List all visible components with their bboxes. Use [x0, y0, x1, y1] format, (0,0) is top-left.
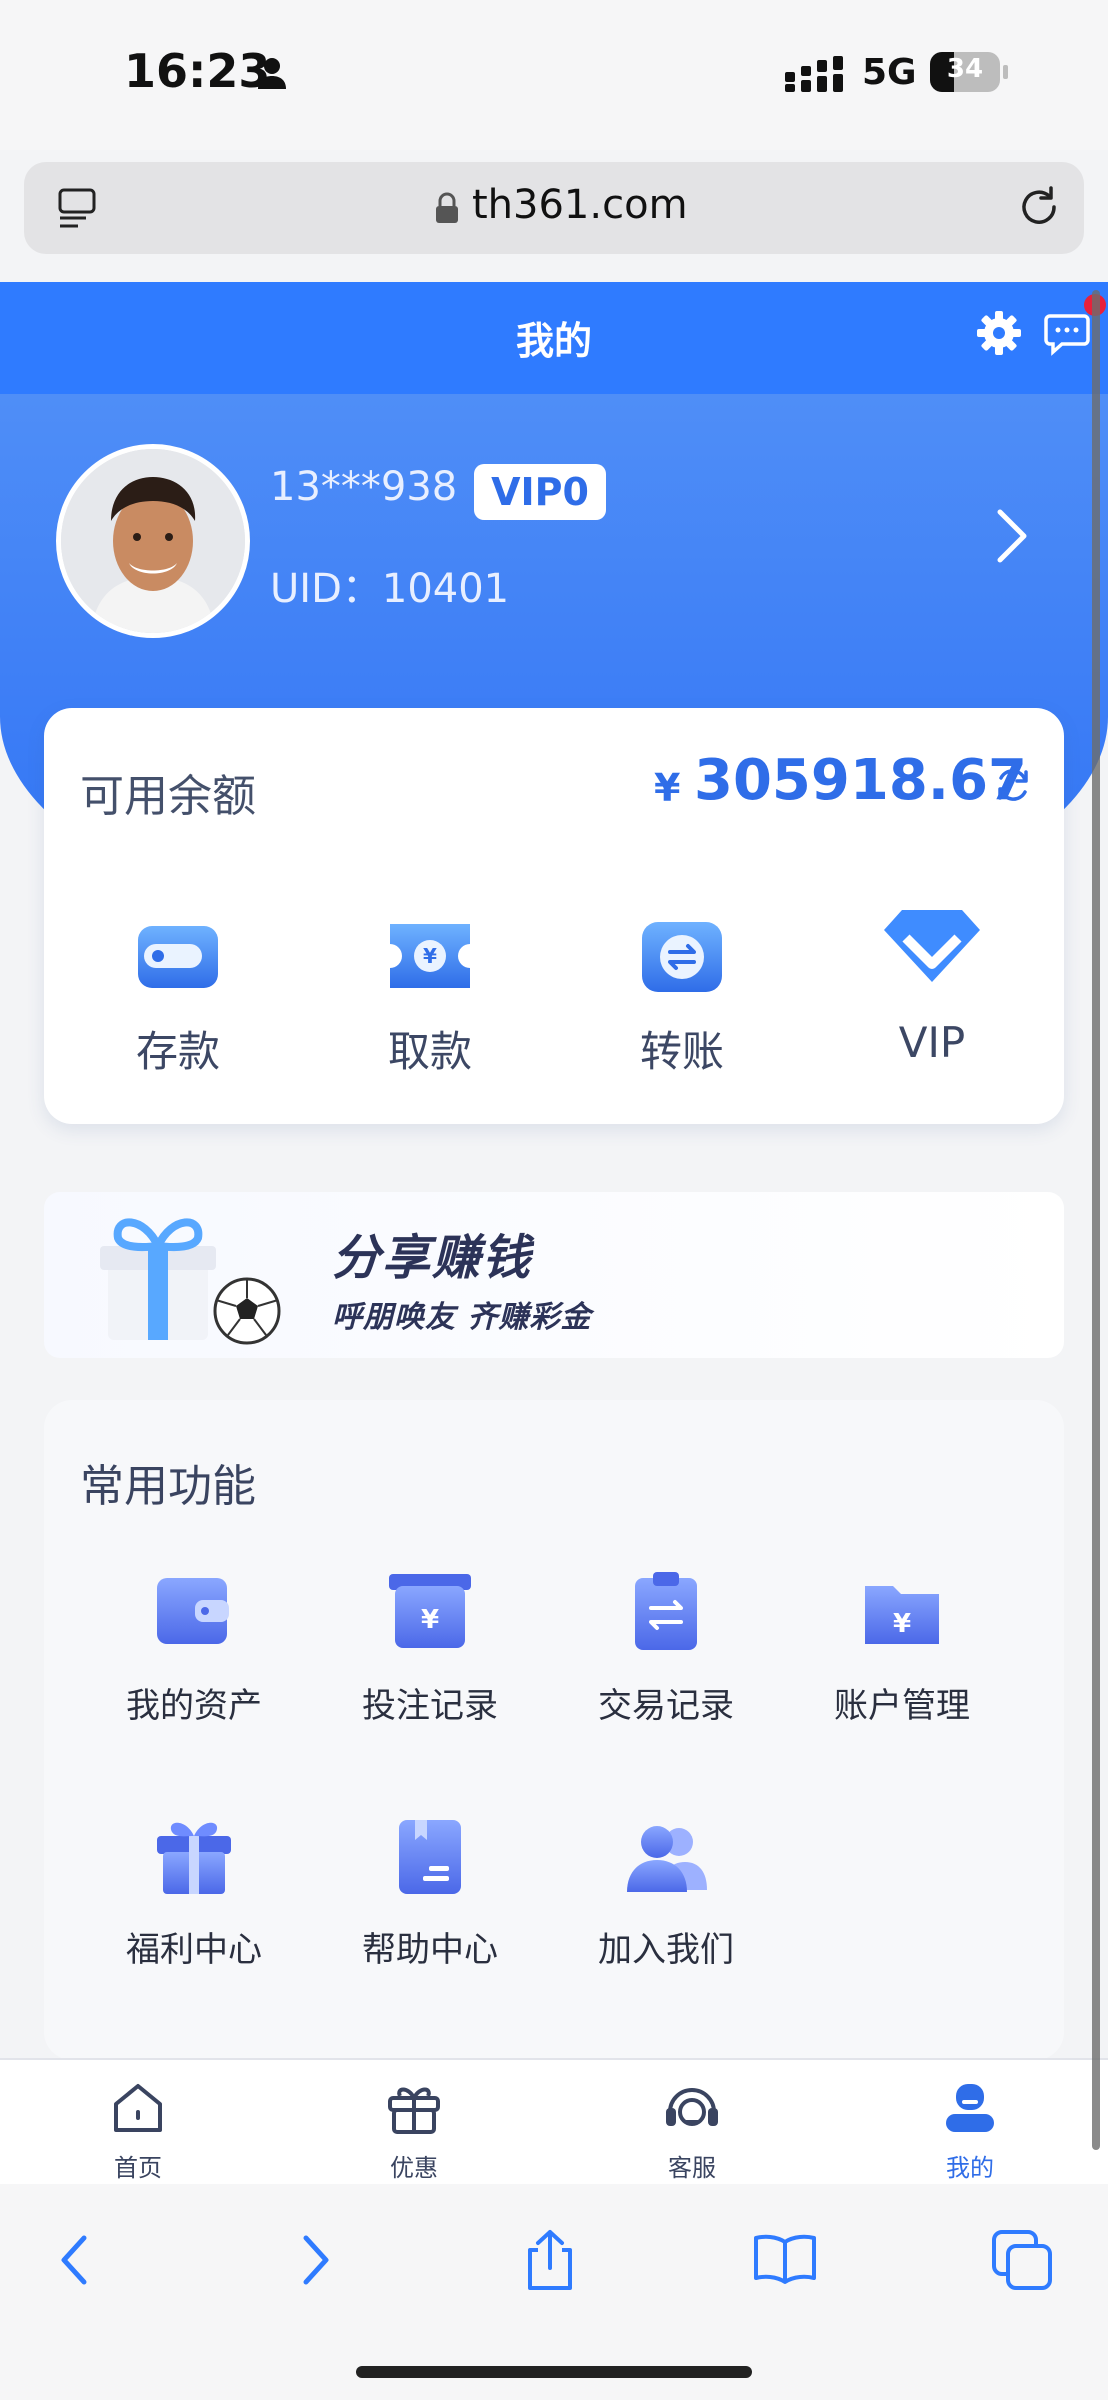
app-header: 我的: [0, 282, 1108, 394]
url-text[interactable]: th361.com: [472, 182, 688, 228]
tab-customer-service-label: 客服: [668, 2154, 716, 2182]
account-management-label: 账户管理: [834, 1686, 970, 1726]
tab-mine[interactable]: 我的: [890, 2078, 1050, 2183]
common-functions-card: 常用功能 我的资产 ¥ 投注记录 交易记录 ¥ 账户管理 福利中心 帮助中心 加…: [44, 1400, 1064, 2060]
svg-text:¥: ¥: [893, 1609, 911, 1639]
bet-records-button[interactable]: ¥ 投注记录: [330, 1566, 530, 1727]
address-bar[interactable]: th361.com: [24, 162, 1084, 254]
transfer-button[interactable]: 转账: [602, 908, 762, 1079]
help-book-icon: [385, 1810, 475, 1900]
welfare-center-button[interactable]: 福利中心: [94, 1810, 294, 1971]
headset-icon: [662, 2078, 722, 2138]
user-id: UID：10401: [270, 566, 510, 612]
avatar[interactable]: [56, 444, 250, 638]
balance-card: 可用余额 ¥ 305918.67 存款 ¥ 取款 转账 VIP: [44, 708, 1064, 1124]
join-us-button[interactable]: 加入我们: [566, 1810, 766, 1971]
tab-mine-label: 我的: [946, 2154, 994, 2182]
refresh-icon[interactable]: [994, 766, 1032, 804]
battery-level: 34: [946, 54, 984, 84]
welfare-center-label: 福利中心: [126, 1930, 262, 1970]
football-icon: [213, 1277, 281, 1345]
reload-icon[interactable]: [1016, 184, 1062, 230]
share-earn-banner[interactable]: 分享赚钱 呼朋唤友 齐赚彩金: [44, 1192, 1064, 1358]
deposit-button[interactable]: 存款: [98, 908, 258, 1079]
profile-icon: [940, 2078, 1000, 2138]
transaction-record-icon: [621, 1566, 711, 1656]
help-center-button[interactable]: 帮助中心: [330, 1810, 530, 1971]
currency-symbol: ¥: [654, 766, 681, 810]
join-us-label: 加入我们: [598, 1930, 734, 1970]
back-icon[interactable]: [54, 2228, 94, 2292]
transaction-records-button[interactable]: 交易记录: [566, 1566, 766, 1727]
tab-home-label: 首页: [114, 2154, 162, 2182]
tab-promotions-label: 优惠: [390, 2154, 438, 2182]
network-type: 5G: [862, 52, 917, 93]
my-assets-button[interactable]: 我的资产: [94, 1566, 294, 1727]
tab-promotions[interactable]: 优惠: [334, 2078, 494, 2183]
signal-icon: [785, 56, 843, 92]
bet-record-icon: ¥: [385, 1566, 475, 1656]
home-icon: [108, 2078, 168, 2138]
page-title: 我的: [515, 319, 592, 363]
avatar-image: [61, 449, 245, 633]
reader-mode-icon[interactable]: [56, 186, 100, 230]
vip-label: VIP: [898, 1018, 966, 1067]
withdraw-ticket-icon: ¥: [382, 908, 478, 1004]
banner-title: 分享赚钱: [332, 1230, 533, 1286]
account-folder-icon: ¥: [857, 1566, 947, 1656]
wallet-icon: [130, 908, 226, 1004]
withdraw-label: 取款: [387, 1027, 472, 1076]
svg-text:¥: ¥: [423, 944, 437, 968]
gift-icon: [149, 1810, 239, 1900]
deposit-label: 存款: [135, 1027, 220, 1076]
share-icon[interactable]: [520, 2228, 580, 2292]
help-center-label: 帮助中心: [362, 1930, 498, 1970]
vip-button[interactable]: VIP: [852, 908, 1012, 1067]
home-indicator: [356, 2366, 752, 2378]
withdraw-button[interactable]: ¥ 取款: [350, 908, 510, 1079]
assets-wallet-icon: [149, 1566, 239, 1656]
scrollbar[interactable]: [1092, 290, 1100, 2150]
gift-box-icon: [100, 1218, 216, 1340]
forward-icon[interactable]: [296, 2228, 336, 2292]
bookmarks-icon[interactable]: [750, 2228, 820, 2292]
battery-icon: 34: [930, 52, 1008, 92]
balance-label: 可用余额: [80, 771, 256, 822]
banner-subtitle: 呼朋唤友 齐赚彩金: [332, 1300, 592, 1335]
username: 13***938: [270, 464, 458, 510]
gear-icon[interactable]: [976, 310, 1022, 356]
functions-title: 常用功能: [80, 1461, 256, 1512]
transfer-icon: [634, 908, 730, 1004]
vip-badge: VIP0: [474, 464, 606, 520]
message-icon[interactable]: [1044, 310, 1090, 356]
tabs-icon[interactable]: [990, 2228, 1054, 2292]
gift-tab-icon: [384, 2078, 444, 2138]
balance-amount: 305918.67: [694, 748, 1027, 813]
transfer-label: 转账: [639, 1027, 724, 1076]
person-icon: [258, 58, 286, 89]
status-time: 16:23: [124, 44, 271, 98]
svg-text:¥: ¥: [421, 1605, 439, 1635]
tab-home[interactable]: 首页: [58, 2078, 218, 2183]
people-icon: [621, 1810, 711, 1900]
transaction-records-label: 交易记录: [598, 1686, 734, 1726]
lock-icon: [436, 192, 458, 223]
tab-customer-service[interactable]: 客服: [612, 2078, 772, 2183]
status-bar: 16:23 5G 34: [0, 0, 1108, 150]
my-assets-label: 我的资产: [126, 1686, 262, 1726]
bet-records-label: 投注记录: [362, 1686, 498, 1726]
bottom-tab-bar: 首页 优惠 客服 我的: [0, 2058, 1108, 2186]
chevron-right-icon[interactable]: [994, 506, 1030, 566]
account-management-button[interactable]: ¥ 账户管理: [802, 1566, 1002, 1727]
vip-chevron-icon: [884, 908, 980, 1004]
